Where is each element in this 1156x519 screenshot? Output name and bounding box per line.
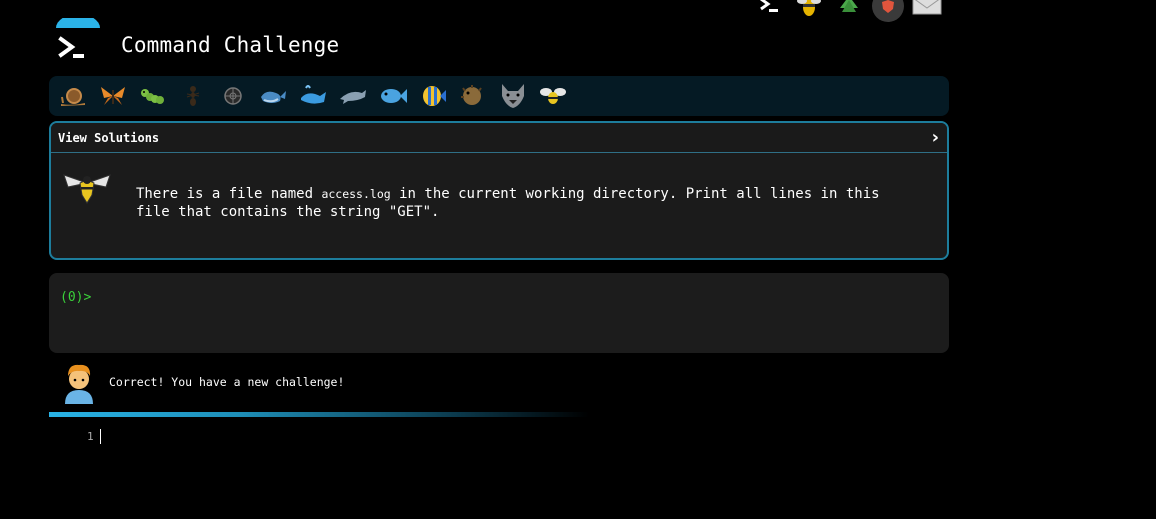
- creature-level-bar: [49, 76, 949, 116]
- bee-icon: [62, 169, 112, 207]
- command-input-cursor[interactable]: [100, 429, 101, 444]
- spouting-whale-icon[interactable]: [295, 78, 331, 114]
- editor-line-number: 1: [87, 430, 94, 443]
- bee-icon[interactable]: [535, 78, 571, 114]
- dolphin-icon[interactable]: [335, 78, 371, 114]
- page-title: Command Challenge: [121, 33, 340, 57]
- challenge-text-before: There is a file named: [136, 186, 322, 202]
- chevron-right-icon[interactable]: ›: [932, 127, 939, 148]
- tropical-fish-icon[interactable]: [415, 78, 451, 114]
- fish-icon[interactable]: [375, 78, 411, 114]
- shield-icon[interactable]: [872, 0, 904, 22]
- logo-icon: [53, 14, 103, 66]
- view-solutions-toggle[interactable]: View Solutions ›: [51, 123, 947, 153]
- terminal-prompt: (0)>: [60, 290, 92, 305]
- caterpillar-icon[interactable]: [135, 78, 171, 114]
- avatar: [62, 362, 96, 404]
- butterfly-icon[interactable]: [95, 78, 131, 114]
- snail-icon[interactable]: [55, 78, 91, 114]
- ant-icon[interactable]: [175, 78, 211, 114]
- whale-icon[interactable]: [255, 78, 291, 114]
- terminal-output: (0)>: [49, 273, 949, 353]
- view-solutions-label: View Solutions: [58, 130, 160, 145]
- blowfish-icon[interactable]: [455, 78, 491, 114]
- challenge-filename: access.log: [321, 187, 391, 201]
- progress-bar: [49, 412, 589, 417]
- challenge-description: There is a file named access.log in the …: [136, 185, 916, 221]
- challenge-panel: View Solutions › There is a file named a…: [49, 121, 949, 260]
- page: Command Challenge View Solutions › There…: [0, 0, 1156, 519]
- tree-icon[interactable]: [832, 0, 866, 17]
- ladybug-icon[interactable]: [215, 78, 251, 114]
- bee-badge-icon[interactable]: [792, 0, 826, 17]
- wolf-icon[interactable]: [495, 78, 531, 114]
- top-icon-bar: [752, 0, 944, 22]
- mail-icon[interactable]: [910, 0, 944, 17]
- feedback-message: Correct! You have a new challenge!: [109, 375, 345, 389]
- challenge-body: There is a file named access.log in the …: [51, 153, 947, 258]
- terminal-icon[interactable]: [752, 0, 786, 17]
